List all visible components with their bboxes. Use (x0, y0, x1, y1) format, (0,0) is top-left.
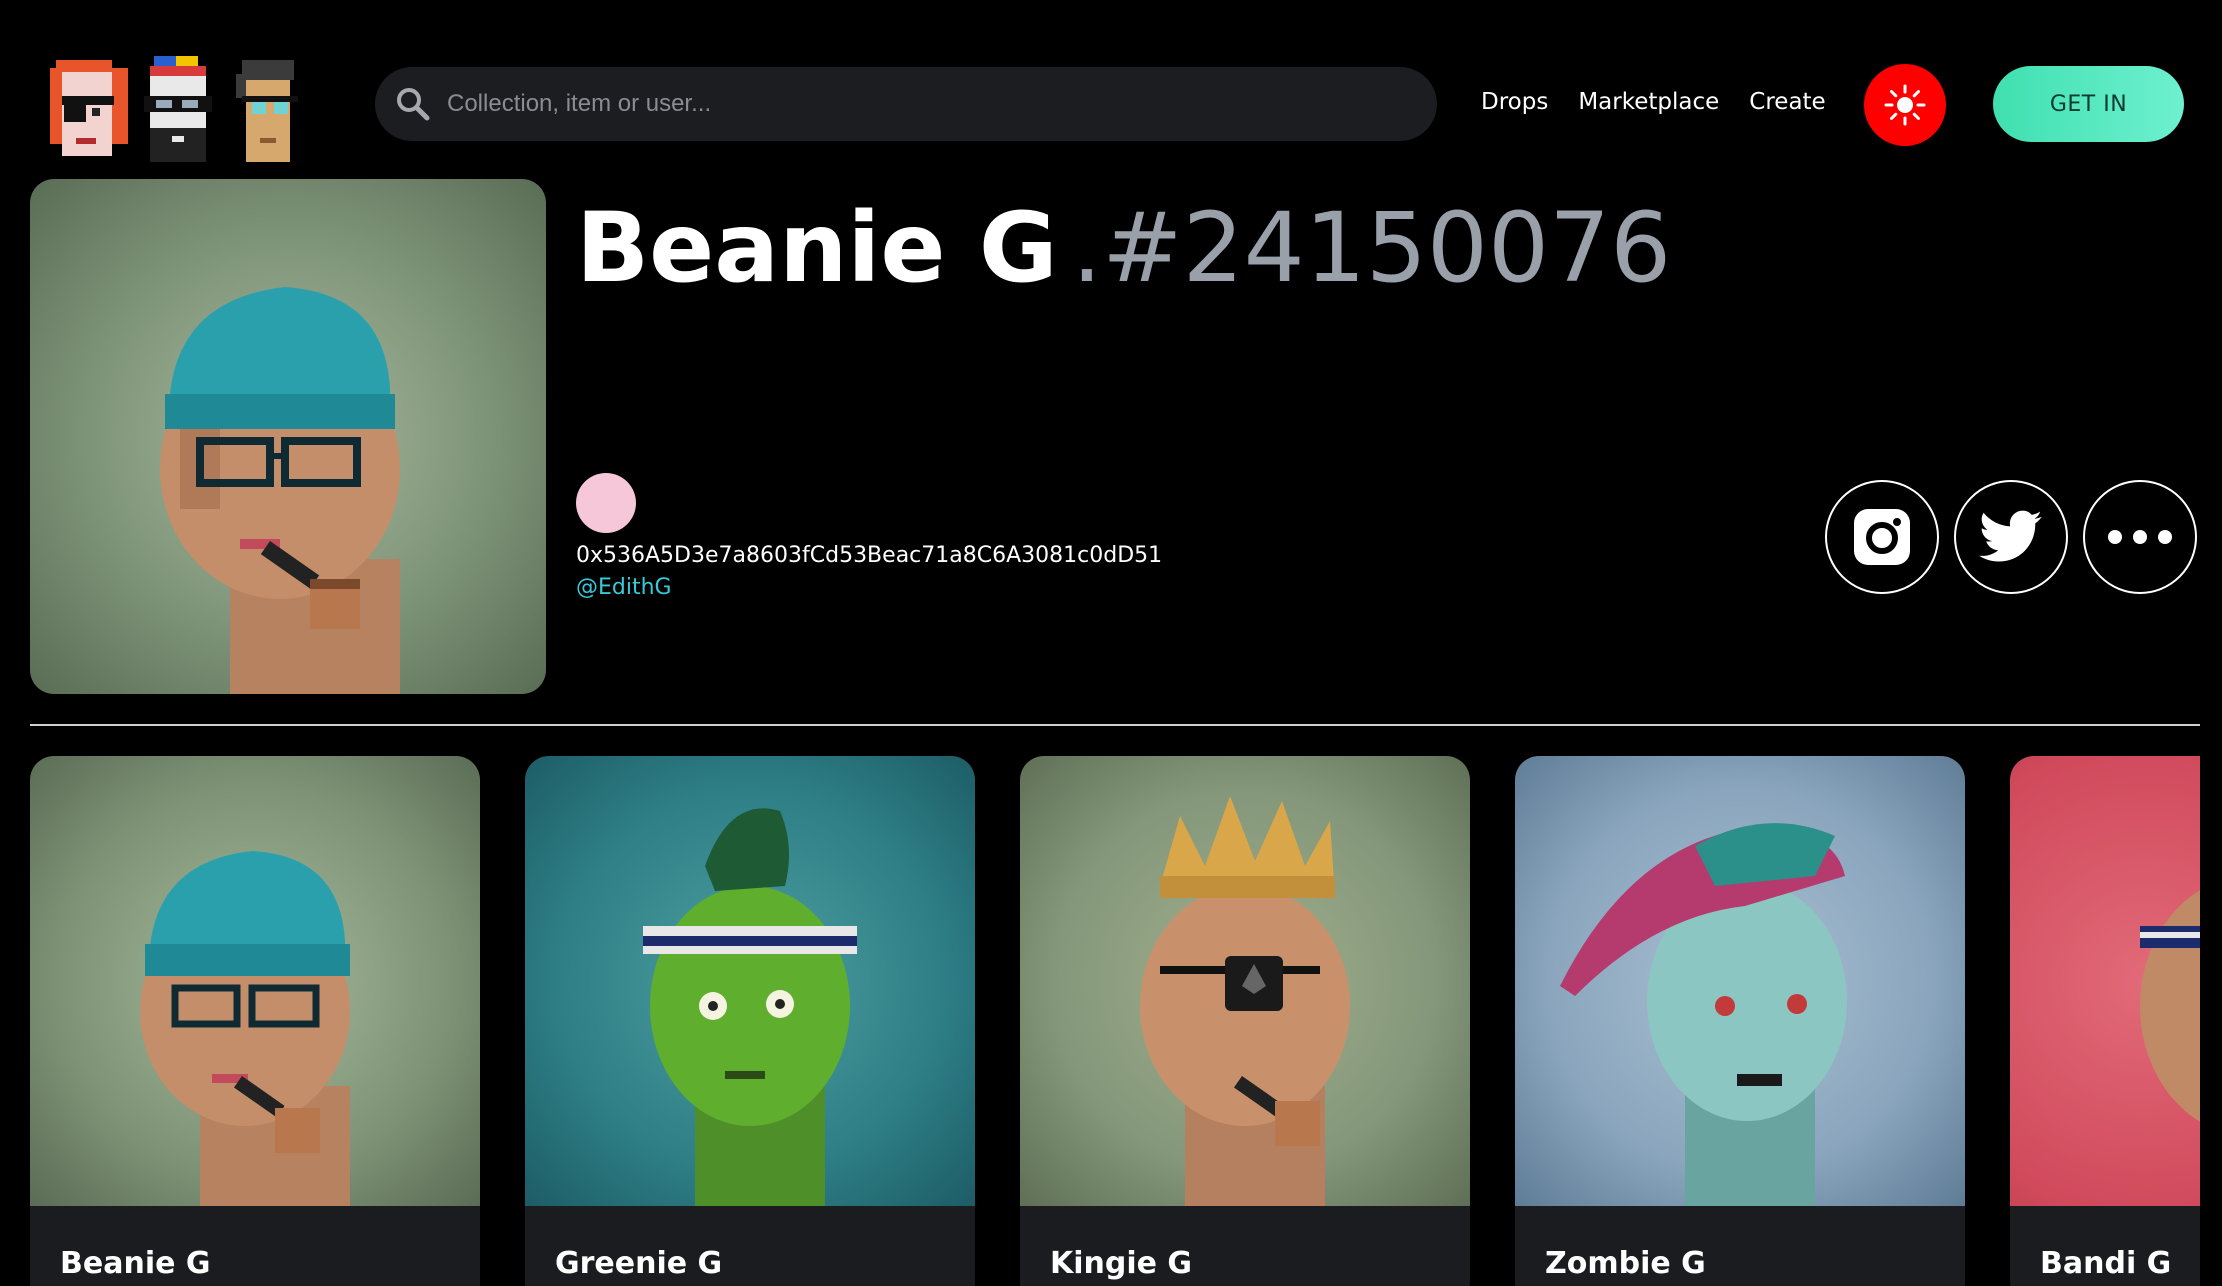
instagram-button[interactable] (1825, 480, 1939, 594)
hero-nft-image (30, 179, 546, 694)
collection-cards-row: Beanie G Greenie G Kingie G Zombie G Ban… (30, 756, 2200, 1286)
section-divider (30, 724, 2200, 726)
instagram-icon (1854, 509, 1910, 565)
get-in-button[interactable]: GET IN (1993, 66, 2184, 142)
nft-card-kingie[interactable]: Kingie G (1020, 756, 1470, 1286)
nav-drops-link[interactable]: Drops (1481, 89, 1548, 115)
sun-icon (1884, 84, 1926, 126)
nft-card-image (1515, 756, 1965, 1206)
owner-handle-link[interactable]: @EdithG (576, 575, 672, 600)
nft-card-title: Zombie G (1545, 1246, 1706, 1281)
owner-avatar[interactable] (576, 473, 636, 533)
main-nav: Drops Marketplace Create (1481, 89, 1826, 115)
voxel-head-greenie-illustration (643, 808, 857, 1206)
nft-card-title: Kingie G (1050, 1246, 1193, 1281)
nft-card-image (1020, 756, 1470, 1206)
nft-card-beanie[interactable]: Beanie G (30, 756, 480, 1286)
more-icon (2108, 530, 2172, 544)
nft-card-greenie[interactable]: Greenie G (525, 756, 975, 1286)
nft-card-title: Beanie G (60, 1246, 211, 1281)
voxel-head-zombie-illustration (1560, 823, 1847, 1206)
search-bar (375, 66, 1437, 142)
logo-pixel-faces-icon (50, 56, 298, 162)
voxel-head-beanie-illustration (160, 287, 400, 694)
voxel-head-bandi-illustration (2140, 890, 2200, 1122)
nav-create-link[interactable]: Create (1749, 89, 1825, 115)
nav-marketplace-link[interactable]: Marketplace (1578, 89, 1719, 115)
site-logo[interactable] (46, 46, 346, 166)
nft-card-image (525, 756, 975, 1206)
search-icon (397, 88, 430, 121)
owner-address: 0x536A5D3e7a8603fCd53Beac71a8C6A3081c0dD… (576, 543, 1163, 568)
twitter-icon (1979, 510, 2042, 562)
item-name: Beanie G (576, 192, 1058, 304)
nft-card-zombie[interactable]: Zombie G (1515, 756, 1965, 1286)
voxel-head-beanie-illustration (140, 851, 350, 1206)
theme-toggle-button[interactable] (1864, 64, 1946, 146)
item-title: Beanie G .#24150076 (576, 195, 1671, 302)
more-options-button[interactable] (2083, 480, 2197, 594)
nft-card-bandi[interactable]: Bandi G (2010, 756, 2200, 1286)
nft-card-title: Greenie G (555, 1246, 723, 1281)
twitter-button[interactable] (1954, 480, 2068, 594)
search-input[interactable] (445, 66, 1437, 142)
nft-card-title: Bandi G (2040, 1246, 2172, 1281)
nft-card-image (30, 756, 480, 1206)
voxel-head-king-illustration (1140, 796, 1350, 1206)
nft-card-image (2010, 756, 2200, 1206)
item-token-id: .#24150076 (1071, 192, 1672, 304)
